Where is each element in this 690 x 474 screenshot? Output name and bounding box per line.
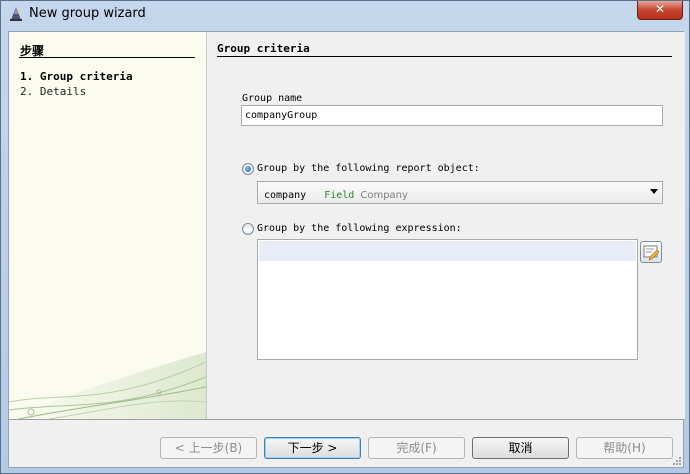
- report-object-value: company Field Company: [264, 190, 408, 201]
- steps-pane: 步骤 1. Group criteria 2. Details: [9, 32, 207, 419]
- wizard-window: New group wizard ✕ 步骤 1. Group criteria …: [0, 0, 690, 474]
- help-button[interactable]: 帮助(H): [576, 437, 673, 459]
- resize-grip-icon[interactable]: [672, 456, 682, 466]
- group-by-report-object-label[interactable]: Group by the following report object:: [257, 163, 480, 174]
- step-label: Details: [39, 85, 87, 98]
- title-divider: [217, 56, 672, 57]
- page-title: Group criteria: [217, 42, 310, 55]
- step-item-details[interactable]: 2. Details: [20, 85, 86, 98]
- object-field: Company: [360, 190, 408, 201]
- wizard-hat-icon: [8, 6, 24, 22]
- next-button[interactable]: 下一步 >: [264, 437, 361, 459]
- decorative-swirl: [9, 352, 206, 419]
- group-name-label: Group name: [242, 93, 303, 104]
- expression-builder-button[interactable]: [640, 241, 662, 263]
- object-name: company: [264, 190, 307, 201]
- expression-current-line: [259, 241, 636, 261]
- group-by-report-object-radio[interactable]: [242, 163, 254, 175]
- content-pane: Group criteria Group name companyGroup G…: [207, 32, 685, 419]
- expression-builder-icon: [643, 245, 660, 261]
- chevron-down-icon[interactable]: [650, 189, 658, 194]
- step-item-group-criteria[interactable]: 1. Group criteria: [20, 70, 133, 83]
- group-name-input[interactable]: companyGroup: [241, 105, 663, 126]
- finish-button[interactable]: 完成(F): [368, 437, 465, 459]
- step-number: 2.: [20, 85, 34, 98]
- step-number: 1.: [20, 70, 34, 83]
- back-button[interactable]: < 上一步(B): [160, 437, 257, 459]
- group-by-expression-label[interactable]: Group by the following expression:: [257, 223, 462, 234]
- wizard-body: 步骤 1. Group criteria 2. Details Group cr…: [8, 31, 685, 468]
- object-kind: Field: [324, 190, 355, 201]
- close-icon: ✕: [654, 2, 666, 16]
- title-bar[interactable]: New group wizard ✕: [1, 1, 689, 29]
- expression-textarea[interactable]: [257, 239, 638, 360]
- report-object-select[interactable]: company Field Company: [257, 181, 663, 204]
- cancel-button[interactable]: 取消: [472, 437, 569, 459]
- steps-divider: [19, 57, 195, 58]
- footer-divider: [9, 419, 685, 420]
- window-title: New group wizard: [29, 6, 146, 21]
- close-button[interactable]: ✕: [637, 1, 683, 20]
- step-label: Group criteria: [39, 70, 133, 83]
- group-by-expression-radio[interactable]: [242, 223, 254, 235]
